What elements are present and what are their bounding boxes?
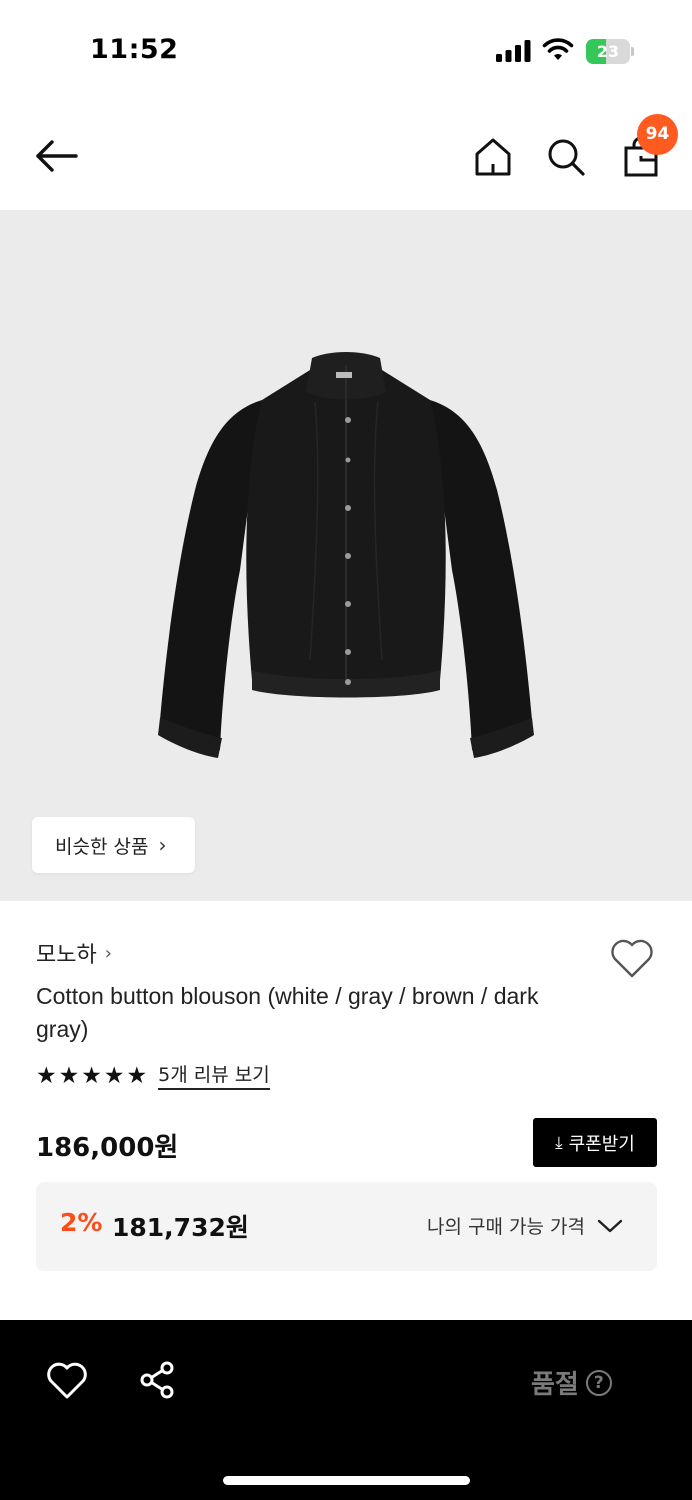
coupon-label: 쿠폰받기: [568, 1133, 635, 1155]
cart-count-badge: 94: [637, 114, 678, 155]
product-image[interactable]: 비슷한 상품 ›: [0, 210, 692, 901]
similar-products-label: 비슷한 상품: [55, 835, 149, 858]
signal-icon: [496, 40, 531, 62]
status-bar: 11:52 23: [0, 0, 692, 100]
help-icon[interactable]: ?: [585, 1369, 612, 1396]
discount-rate: 2%: [60, 1208, 103, 1237]
back-arrow-icon[interactable]: [30, 136, 82, 176]
product-price: 186,000원: [36, 1133, 179, 1163]
star-icon: ★: [103, 1063, 125, 1089]
product-photo: [158, 352, 534, 758]
coupon-download-button[interactable]: ⤓ 쿠폰받기: [533, 1118, 657, 1167]
top-nav: [0, 100, 692, 210]
share-icon[interactable]: [138, 1360, 178, 1400]
price-dropdown[interactable]: 나의 구매 가능 가격: [427, 1212, 623, 1239]
home-icon[interactable]: [470, 134, 516, 180]
star-icon: ★: [58, 1063, 80, 1089]
wishlist-heart-icon[interactable]: [608, 936, 656, 980]
rating-row: ★ ★ ★ ★ ★ 5개 리뷰 보기: [36, 1062, 270, 1090]
brand-link[interactable]: 모노하 ›: [36, 937, 112, 969]
bottom-action-bar: 품절 ?: [0, 1320, 692, 1500]
search-icon[interactable]: [543, 134, 589, 180]
reviews-link[interactable]: 5개 리뷰 보기: [158, 1063, 270, 1090]
product-title: Cotton button blouson (white / gray / br…: [36, 983, 539, 1042]
battery-level: 23: [596, 42, 620, 61]
price-dropdown-label: 나의 구매 가능 가격: [427, 1216, 585, 1238]
star-icon: ★: [81, 1063, 102, 1089]
my-price-box[interactable]: 2% 181,732원 나의 구매 가능 가격: [36, 1182, 657, 1271]
battery-icon: 23: [586, 39, 634, 64]
chevron-right-icon: ›: [104, 942, 112, 964]
heart-icon[interactable]: [46, 1361, 88, 1401]
home-indicator: [223, 1476, 470, 1485]
star-icon: ★: [126, 1063, 148, 1089]
sold-out-label: 품절: [531, 1370, 579, 1400]
similar-products-button[interactable]: 비슷한 상품 ›: [32, 817, 195, 873]
brand-name: 모노하: [36, 943, 97, 968]
chevron-right-icon: ›: [158, 833, 167, 857]
wifi-icon: [542, 38, 574, 60]
sale-price: 181,732원: [112, 1213, 249, 1242]
sold-out-status: 품절 ?: [531, 1364, 612, 1401]
star-icon: ★: [36, 1063, 57, 1089]
status-time: 11:52: [90, 34, 179, 65]
download-icon: ⤓: [555, 1132, 563, 1153]
chevron-down-icon: [597, 1219, 623, 1232]
